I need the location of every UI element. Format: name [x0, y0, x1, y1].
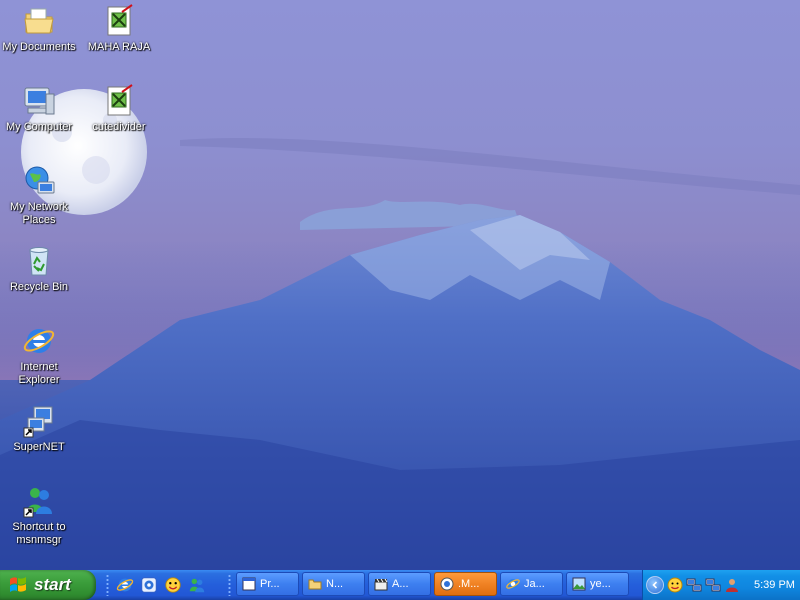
task-button-ye[interactable]: ye...	[566, 572, 629, 596]
clock[interactable]: 5:39 PM	[754, 579, 795, 591]
yahoo-icon[interactable]	[667, 577, 683, 593]
task-button-ja[interactable]: Ja...	[500, 572, 563, 596]
task-button-label: Ja...	[524, 578, 545, 590]
document-shortcut-icon	[107, 84, 133, 116]
ie-icon	[23, 329, 55, 353]
desktop-icon-label: My Network Places	[9, 201, 69, 226]
desktop-icon-recycle-bin[interactable]: Recycle Bin	[0, 244, 78, 294]
tray-expand-button[interactable]	[646, 576, 664, 594]
desktop-icon-cutedivider[interactable]: cutedivider	[80, 84, 158, 134]
task-button-label: N...	[326, 578, 344, 590]
network-icon-2[interactable]	[705, 577, 721, 593]
task-button-label: A...	[392, 578, 409, 590]
quick-launch-grip[interactable]	[106, 574, 109, 596]
desktop-icon-supernet[interactable]: SuperNET	[0, 404, 78, 454]
image-icon	[572, 577, 586, 591]
task-button-label: ye...	[590, 578, 611, 590]
desktop-icon-my-documents[interactable]: My Documents	[0, 4, 78, 54]
desktop-icon-internet-explorer[interactable]: Internet Explorer	[0, 324, 78, 387]
desktop-icon-my-computer[interactable]: My Computer	[0, 84, 78, 134]
task-button-pr[interactable]: Pr...	[236, 572, 299, 596]
task-button-label: .M...	[458, 578, 480, 590]
ie-icon	[506, 579, 520, 589]
internet-explorer-icon[interactable]	[114, 574, 136, 596]
taskbar: start Pr... N... A... .M... Ja... ye... …	[0, 570, 800, 600]
desktop[interactable]: My Documents MAHA RAJA My Computer cuted…	[0, 0, 800, 570]
task-button-label: Pr...	[260, 578, 280, 590]
msn-icon[interactable]	[186, 574, 208, 596]
desktop-icon-msnmsgr[interactable]: Shortcut to msnmsgr	[0, 484, 78, 547]
desktop-icon-label: My Documents	[2, 41, 76, 53]
system-tray: 5:39 PM	[642, 570, 800, 600]
quick-launch-toolbar	[114, 574, 208, 596]
folder-icon	[308, 579, 322, 590]
desktop-icon-label: My Computer	[5, 121, 73, 133]
desktop-icon-label: MAHA RAJA	[87, 41, 151, 53]
desktop-icon-label: cutedivider	[92, 121, 146, 133]
start-button[interactable]: start	[0, 570, 96, 600]
computer-icon	[24, 87, 55, 115]
messenger-icon	[440, 577, 454, 591]
network-icon[interactable]	[686, 577, 702, 593]
desktop-icon-maha-raja[interactable]: MAHA RAJA	[80, 4, 158, 54]
network-places-icon	[25, 166, 55, 194]
task-button-n[interactable]: N...	[302, 572, 365, 596]
user-icon[interactable]	[724, 577, 740, 593]
document-shortcut-icon	[107, 4, 133, 36]
messenger-icon[interactable]	[138, 574, 160, 596]
taskbar-grip[interactable]	[228, 574, 231, 596]
start-label: start	[34, 575, 71, 594]
task-button-m[interactable]: .M...	[434, 572, 497, 596]
window-icon	[242, 577, 256, 591]
desktop-icon-label: Internet Explorer	[18, 361, 60, 386]
windows-logo-icon	[10, 577, 26, 592]
task-buttons: Pr... N... A... .M... Ja... ye...	[236, 572, 629, 596]
desktop-icon-label: Shortcut to msnmsgr	[12, 521, 66, 546]
folder-documents-icon	[24, 8, 54, 34]
chevron-left-icon	[652, 581, 658, 589]
supernet-icon	[23, 406, 53, 438]
yahoo-messenger-icon[interactable]	[162, 574, 184, 596]
desktop-icon-label: Recycle Bin	[9, 281, 69, 293]
desktop-icon-label: SuperNET	[13, 441, 65, 453]
desktop-icon-my-network-places[interactable]: My Network Places	[0, 164, 78, 227]
msn-messenger-icon	[23, 488, 52, 518]
clapper-icon	[374, 578, 388, 591]
task-button-a[interactable]: A...	[368, 572, 431, 596]
recycle-bin-icon	[29, 247, 49, 276]
